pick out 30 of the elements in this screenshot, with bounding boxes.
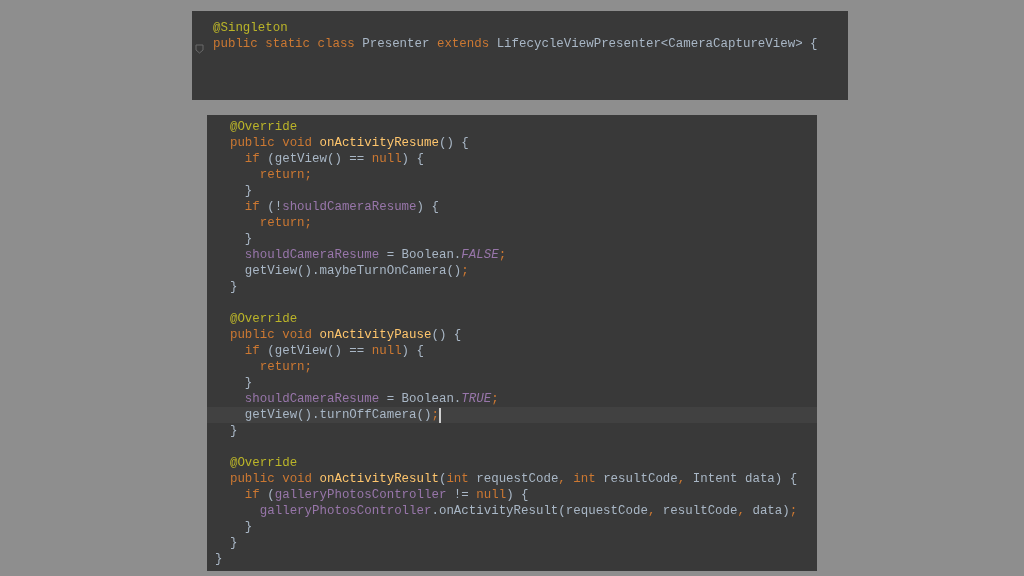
code-line: @Override (228, 311, 298, 327)
fold-icon[interactable] (195, 44, 204, 54)
code-line: galleryPhotosController.onActivityResult(requestCode, resultCode, data); (258, 503, 798, 519)
code-line: } (215, 551, 223, 567)
code-line: getView().maybeTurnOnCamera(); (243, 263, 469, 279)
code-line: return; (258, 215, 313, 231)
code-line: } (228, 423, 238, 439)
code-line: } (243, 519, 253, 535)
code-line: public void onActivityResult(int requestCode, int resultCode, Intent data) { (228, 471, 798, 487)
code-line: @Override (228, 119, 298, 135)
code-line: shouldCameraResume = Boolean.FALSE; (243, 247, 507, 263)
code-line: return; (258, 359, 313, 375)
code-line: public static class Presenter extends LifecycleViewPresenter<CameraCaptureView> { (213, 36, 818, 52)
code-line: getView().turnOffCamera(); (243, 407, 441, 423)
code-line: shouldCameraResume = Boolean.TRUE; (243, 391, 499, 407)
code-line: if (getView() == null) { (243, 151, 424, 167)
code-line: public void onActivityResume() { (228, 135, 469, 151)
text-cursor (438, 407, 441, 423)
code-line: } (228, 279, 238, 295)
code-line: } (228, 535, 238, 551)
code-line: } (243, 183, 253, 199)
code-line: if (getView() == null) { (243, 343, 424, 359)
code-line: @Override (228, 455, 298, 471)
code-line: if (galleryPhotosController != null) { (243, 487, 529, 503)
code-line: } (243, 231, 253, 247)
code-line: } (243, 375, 253, 391)
code-line: if (!shouldCameraResume) { (243, 199, 439, 215)
code-line: public void onActivityPause() { (228, 327, 462, 343)
code-line: return; (258, 167, 313, 183)
code-line: @Singleton (213, 20, 288, 36)
